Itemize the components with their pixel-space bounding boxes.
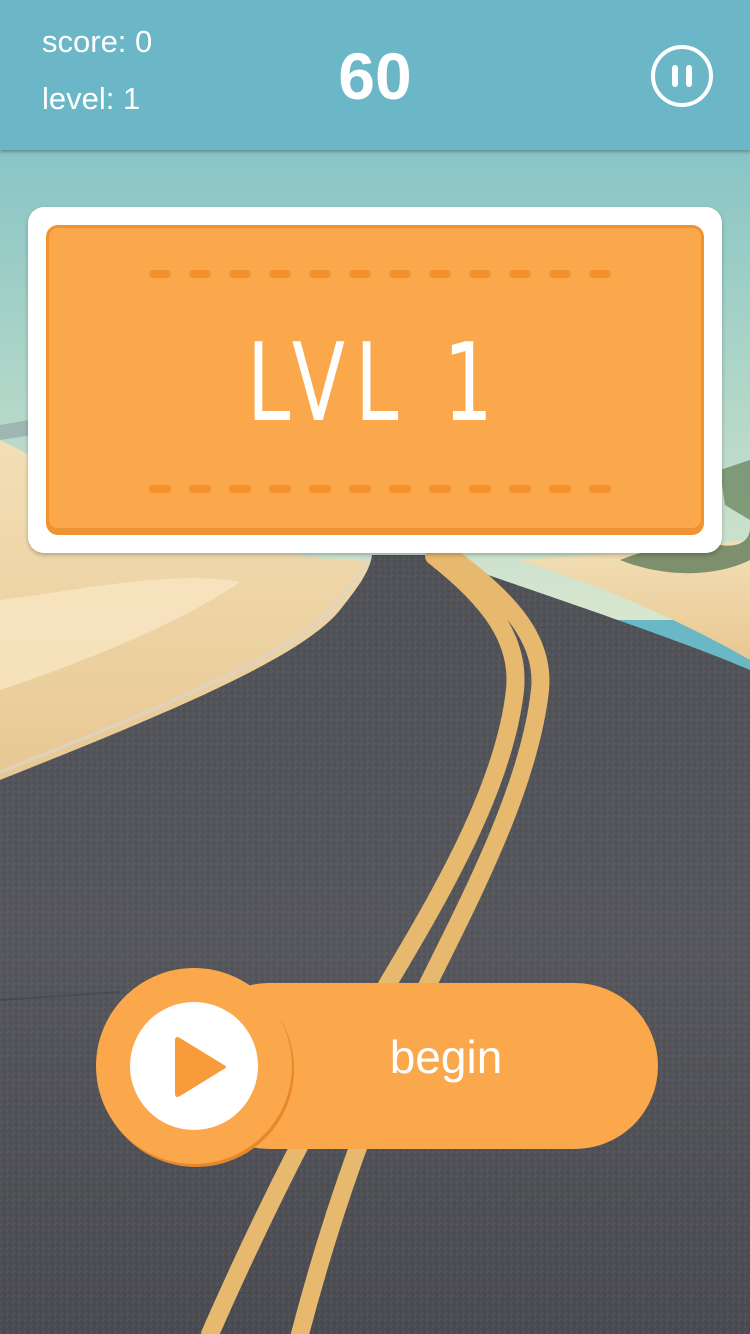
- begin-button-label: begin: [389, 1031, 503, 1083]
- play-icon: [175, 1037, 226, 1097]
- dashed-divider-top: [149, 270, 611, 278]
- play-button-disc: [130, 1002, 258, 1130]
- begin-button[interactable]: begin: [96, 968, 658, 1164]
- top-hud-bar: score: 0 level: 1 60: [0, 0, 750, 150]
- pause-icon: [672, 65, 678, 87]
- level-card: LVL 1: [28, 207, 722, 553]
- dashed-divider-bottom: [149, 485, 611, 493]
- level-card-panel: LVL 1: [46, 225, 704, 535]
- pause-button[interactable]: [651, 45, 713, 107]
- level-title: LVL 1: [247, 321, 503, 446]
- countdown-timer: 60: [338, 39, 412, 113]
- play-button-circle: [96, 968, 292, 1164]
- pause-icon-bar: [686, 65, 692, 87]
